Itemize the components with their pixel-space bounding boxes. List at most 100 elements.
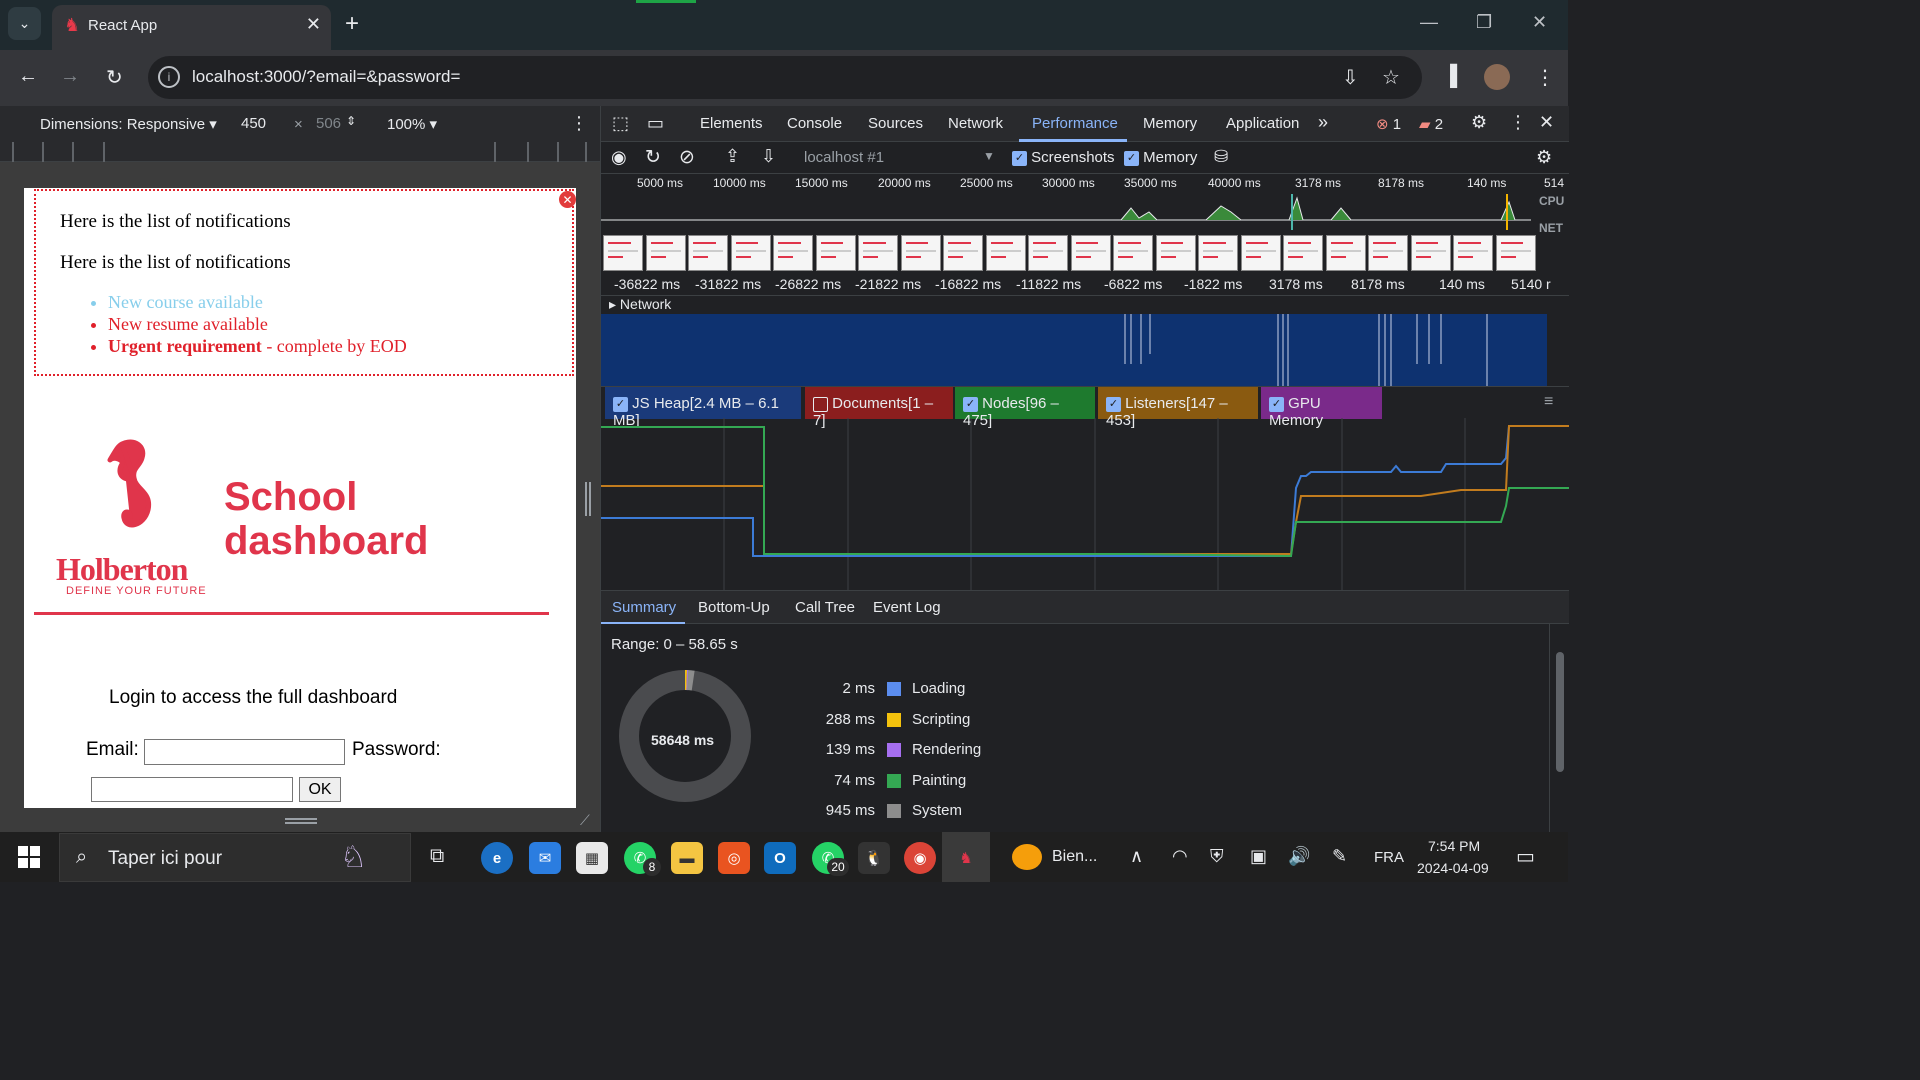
notification-item-default[interactable]: New course available <box>108 291 407 313</box>
corner-resize-icon[interactable]: ⟋ <box>580 812 590 829</box>
bookmark-star-icon[interactable]: ☆ <box>1382 65 1400 90</box>
store-icon[interactable]: ▦ <box>576 842 608 874</box>
width-input[interactable]: 450 <box>241 115 266 132</box>
rotate-stepper-icon[interactable]: ⇕ <box>346 114 356 128</box>
device-options-icon[interactable]: ⋮ <box>570 113 588 134</box>
network-track[interactable]: ▸ Network <box>601 296 1569 314</box>
tab-search-button[interactable]: ⌄ <box>8 7 41 40</box>
viewport-resize-handle[interactable] <box>585 482 591 516</box>
outlook-icon[interactable]: O <box>764 842 796 874</box>
counter-toggle[interactable]: ✓ JS Heap[2.4 MB – 6.1 MB] <box>605 387 801 429</box>
inspect-element-icon[interactable]: ⬚ <box>612 113 629 134</box>
mail-icon[interactable]: ✉ <box>529 842 561 874</box>
screenshot-thumbnail[interactable] <box>1028 235 1068 271</box>
screenshot-thumbnail[interactable] <box>1325 235 1366 271</box>
tab-elements[interactable]: Elements <box>700 115 763 132</box>
errors-badge[interactable]: ⊗ 1 <box>1376 115 1401 133</box>
screenshot-thumbnail[interactable] <box>1495 235 1536 271</box>
chrome-icon[interactable]: ◉ <box>904 842 936 874</box>
task-view-icon[interactable]: ⧉ <box>430 845 444 868</box>
forward-icon[interactable]: → <box>60 65 80 88</box>
ubuntu-icon[interactable]: ◎ <box>718 842 750 874</box>
site-info-icon[interactable]: i <box>158 66 180 88</box>
memory-toggle[interactable]: ✓ Memory <box>1124 149 1197 166</box>
penguin-app-icon[interactable]: 🐧 <box>858 842 890 874</box>
capture-settings-icon[interactable]: ⚙ <box>1536 147 1552 168</box>
restore-icon[interactable]: ❐ <box>1476 12 1492 33</box>
notifications-center-icon[interactable]: ▭ <box>1516 844 1535 869</box>
tab-call-tree[interactable]: Call Tree <box>795 599 855 616</box>
tab-console[interactable]: Console <box>787 115 842 132</box>
email-field[interactable] <box>144 739 345 765</box>
flamechart-scrollbar[interactable] <box>1547 314 1569 386</box>
tab-memory[interactable]: Memory <box>1143 115 1197 132</box>
omnibox[interactable]: i localhost:3000/?email=&password= ⇩ ☆ <box>148 56 1422 99</box>
edge-icon[interactable]: e <box>481 842 513 874</box>
file-explorer-icon[interactable]: ▬ <box>671 842 703 874</box>
record-icon[interactable]: ◉ <box>611 147 627 168</box>
profile-dropdown-icon[interactable]: ▼ <box>983 149 995 163</box>
screenshot-thumbnail[interactable] <box>858 235 898 271</box>
bottom-resize-handle[interactable] <box>285 818 317 824</box>
memory-counters-chart[interactable] <box>601 418 1569 590</box>
screenshot-thumbnail[interactable] <box>1240 235 1281 271</box>
ok-button[interactable]: OK <box>299 777 341 802</box>
screenshot-thumbnail[interactable] <box>730 235 771 271</box>
screenshot-thumbnail[interactable] <box>900 235 941 271</box>
screenshot-thumbnail[interactable] <box>815 235 856 271</box>
screenshot-thumbnail[interactable] <box>773 235 813 271</box>
height-input[interactable]: 506 <box>316 115 341 132</box>
notification-item-urgent[interactable]: New resume available <box>108 313 407 335</box>
download-icon[interactable]: ⇩ <box>761 146 776 167</box>
tab-event-log[interactable]: Event Log <box>873 599 941 616</box>
screenshot-thumbnail[interactable] <box>1113 235 1153 271</box>
new-tab-button[interactable]: + <box>345 10 359 38</box>
clock-time[interactable]: 7:54 PM <box>1428 838 1480 854</box>
devtools-menu-icon[interactable]: ⋮ <box>1509 112 1527 133</box>
side-panel-icon[interactable]: ▐ <box>1443 65 1457 88</box>
volume-icon[interactable]: 🔊 <box>1288 846 1310 867</box>
counter-toggle[interactable]: ✓ Listeners[147 – 453] <box>1098 387 1258 429</box>
screenshots-toggle[interactable]: ✓ Screenshots <box>1012 149 1115 166</box>
chrome-menu-icon[interactable]: ⋮ <box>1535 65 1555 90</box>
dimensions-select[interactable]: Dimensions: Responsive ▾ <box>40 115 217 133</box>
notification-item-html[interactable]: Urgent requirement - complete by EOD <box>108 335 407 357</box>
flamechart-band[interactable] <box>601 314 1569 386</box>
tab-performance[interactable]: Performance <box>1032 115 1118 132</box>
counter-toggle[interactable]: ✓ GPU Memory <box>1261 387 1382 429</box>
scrollbar-thumb[interactable] <box>1556 652 1564 772</box>
counter-toggle[interactable]: ✓ Nodes[96 – 475] <box>955 387 1095 429</box>
screenshot-thumbnail[interactable] <box>943 235 983 271</box>
screenshot-thumbnail[interactable] <box>603 235 643 271</box>
weather-icon[interactable] <box>1012 844 1042 870</box>
warnings-badge[interactable]: ▰ 2 <box>1419 115 1443 133</box>
reload-icon[interactable]: ↻ <box>106 65 123 90</box>
tray-overflow-icon[interactable]: ∧ <box>1130 846 1143 867</box>
security-shield-icon[interactable]: ⛨ <box>1210 846 1224 867</box>
screenshot-thumbnail[interactable] <box>1070 235 1111 271</box>
url-text[interactable]: localhost:3000/?email=&password= <box>192 67 460 87</box>
profile-select[interactable]: localhost #1 <box>804 149 884 166</box>
tab-application[interactable]: Application <box>1226 115 1299 132</box>
meet-icon[interactable]: ▣ <box>1250 846 1267 867</box>
media-query-ruler[interactable] <box>0 142 600 162</box>
clock-date[interactable]: 2024-04-09 <box>1417 860 1489 876</box>
taskbar-search[interactable]: ⌕ Taper ici pour ♘ <box>59 833 411 882</box>
windows-start-icon[interactable] <box>18 846 40 868</box>
screenshot-thumbnail[interactable] <box>985 235 1026 271</box>
tab-sources[interactable]: Sources <box>868 115 923 132</box>
screenshot-thumbnail[interactable] <box>1368 235 1408 271</box>
counter-toggle[interactable]: Documents[1 – 7] <box>805 387 953 429</box>
settings-gear-icon[interactable]: ⚙ <box>1471 112 1487 133</box>
minimize-icon[interactable]: — <box>1420 12 1438 33</box>
device-toggle-icon[interactable]: ▭ <box>647 113 664 134</box>
screenshot-thumbnail[interactable] <box>688 235 728 271</box>
network-icon[interactable]: ◠ <box>1172 846 1188 867</box>
more-tabs-icon[interactable]: » <box>1318 112 1328 133</box>
tab-summary[interactable]: Summary <box>612 599 676 616</box>
close-tab-icon[interactable]: ✕ <box>306 14 321 35</box>
close-notifications-button[interactable]: ✕ <box>559 191 576 208</box>
zoom-select[interactable]: 100% ▾ <box>387 115 437 133</box>
garbage-collect-icon[interactable]: ⛁ <box>1214 147 1228 167</box>
reload-profile-icon[interactable]: ↻ <box>645 146 661 169</box>
